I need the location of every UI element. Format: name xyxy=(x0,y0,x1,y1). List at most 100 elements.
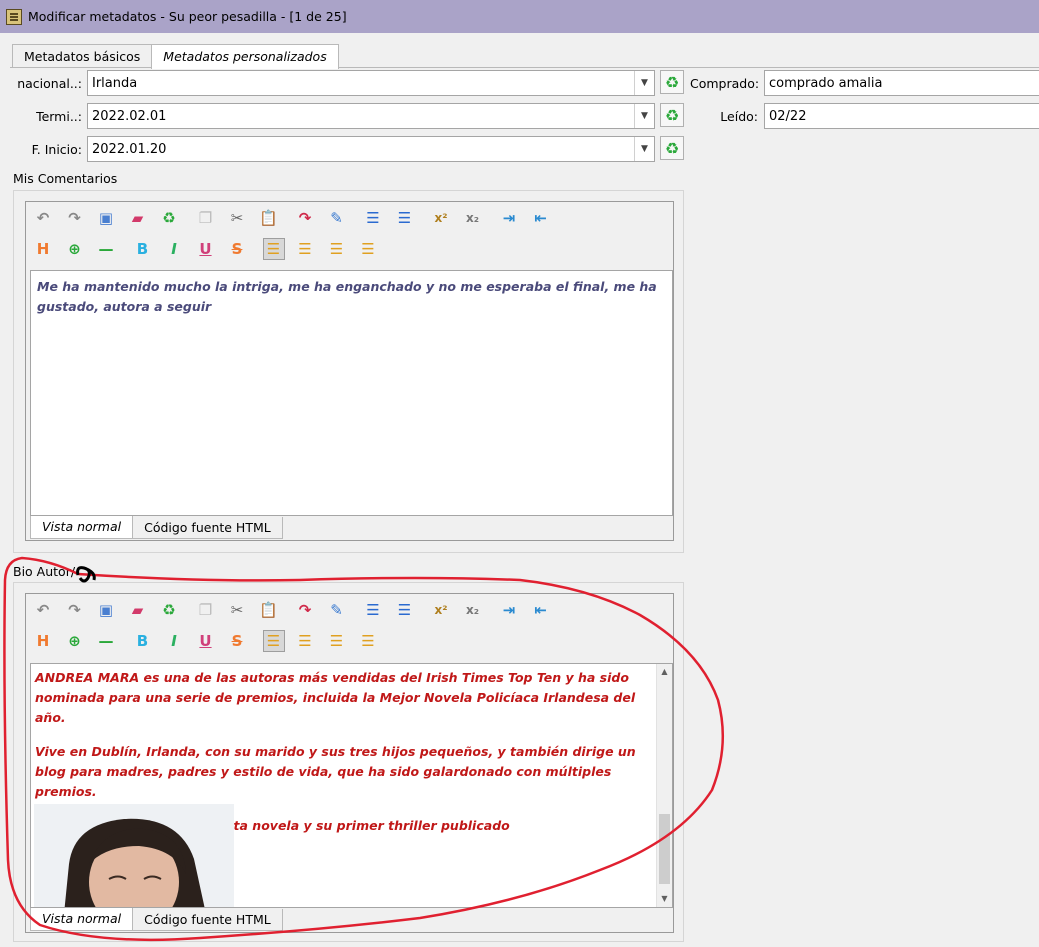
comments-text: Me ha mantenido mucho la intriga, me ha … xyxy=(37,279,657,314)
brush-icon[interactable]: ✎ xyxy=(326,599,348,621)
align-center-icon[interactable]: ☰ xyxy=(294,630,316,652)
tab-custom-metadata[interactable]: Metadatos personalizados xyxy=(151,44,339,69)
chevron-down-icon[interactable]: ▼ xyxy=(634,71,654,95)
finicio-label: F. Inicio: xyxy=(31,142,82,157)
undo-icon[interactable]: ↶ xyxy=(32,599,54,621)
align-justify-icon[interactable]: ☰ xyxy=(357,238,379,260)
superscript-icon[interactable]: x² xyxy=(430,599,452,621)
window-title: Modificar metadatos - Su peor pesadilla … xyxy=(28,9,347,24)
select-all-icon[interactable]: ▣ xyxy=(95,207,117,229)
scroll-down-icon[interactable]: ▼ xyxy=(657,891,672,907)
termi-label: Termi..: xyxy=(36,109,82,124)
align-justify-icon[interactable]: ☰ xyxy=(357,630,379,652)
recycle-icon[interactable]: ♻ xyxy=(660,103,684,127)
recycle-icon[interactable]: ♻ xyxy=(660,136,684,160)
app-icon xyxy=(6,8,22,25)
italic-icon[interactable]: I xyxy=(163,238,185,260)
tab-normal-view[interactable]: Vista normal xyxy=(30,516,134,539)
bio-paragraph: Vive en Dublín, Irlanda, con su marido y… xyxy=(35,744,636,799)
author-photo xyxy=(34,804,234,907)
underline-icon[interactable]: U xyxy=(195,630,217,652)
eraser-icon[interactable]: ▰ xyxy=(127,599,149,621)
subscript-icon[interactable]: x₂ xyxy=(462,207,484,229)
align-left-icon[interactable]: ☰ xyxy=(262,238,285,260)
paste-icon[interactable]: 📋 xyxy=(258,207,280,229)
scrollbar-thumb[interactable] xyxy=(659,814,670,884)
undo-icon[interactable]: ↶ xyxy=(32,207,54,229)
copy-icon[interactable]: ❐ xyxy=(195,207,217,229)
ordered-list-icon[interactable]: ☰ xyxy=(362,599,384,621)
tab-normal-view[interactable]: Vista normal xyxy=(30,908,134,931)
finicio-value: 2022.01.20 xyxy=(92,141,167,157)
align-left-icon[interactable]: ☰ xyxy=(262,630,285,652)
nacional-combo[interactable]: Irlanda ▼ xyxy=(87,70,655,96)
indent-icon[interactable]: ⇥ xyxy=(498,599,520,621)
align-center-icon[interactable]: ☰ xyxy=(294,238,316,260)
termi-value: 2022.02.01 xyxy=(92,108,167,124)
tab-basic-metadata[interactable]: Metadatos básicos xyxy=(12,44,153,68)
finicio-combo[interactable]: 2022.01.20 ▼ xyxy=(87,136,655,162)
align-right-icon[interactable]: ☰ xyxy=(326,238,348,260)
bio-view-tabs: Vista normal Código fuente HTML xyxy=(30,908,283,931)
tab-html-source[interactable]: Código fuente HTML xyxy=(132,909,283,931)
cut-icon[interactable]: ✂ xyxy=(226,207,248,229)
title-bar: Modificar metadatos - Su peor pesadilla … xyxy=(0,0,1039,33)
editor-toolbar-row-2: H ⊕ — B I U S ☰ ☰ ☰ ☰ xyxy=(32,628,389,654)
horizontal-rule-plus-icon[interactable]: ⊕ xyxy=(64,630,86,652)
cut-icon[interactable]: ✂ xyxy=(226,599,248,621)
scroll-up-icon[interactable]: ▲ xyxy=(657,664,672,680)
horizontal-rule-icon[interactable]: — xyxy=(95,238,117,260)
comments-document[interactable]: Me ha mantenido mucho la intriga, me ha … xyxy=(30,270,673,516)
chevron-down-icon[interactable]: ▼ xyxy=(634,137,654,161)
chevron-down-icon[interactable]: ▼ xyxy=(634,104,654,128)
heading-icon[interactable]: H xyxy=(32,630,54,652)
underline-icon[interactable]: U xyxy=(195,238,217,260)
bio-document[interactable]: ANDREA MARA es una de las autoras más ve… xyxy=(30,663,673,908)
metadata-tabs: Metadatos básicos Metadatos personalizad… xyxy=(12,44,339,69)
eraser-icon[interactable]: ▰ xyxy=(127,207,149,229)
unordered-list-icon[interactable]: ☰ xyxy=(394,207,416,229)
editor-toolbar-row-1: ↶ ↷ ▣ ▰ ♻ ❐ ✂ 📋 ↷ ✎ ☰ ☰ x² x₂ ⇥ ⇤ xyxy=(32,597,561,623)
unordered-list-icon[interactable]: ☰ xyxy=(394,599,416,621)
comments-label: Mis Comentarios xyxy=(13,171,118,186)
recycle-icon[interactable]: ♻ xyxy=(660,70,684,94)
select-all-icon[interactable]: ▣ xyxy=(95,599,117,621)
termi-combo[interactable]: 2022.02.01 ▼ xyxy=(87,103,655,129)
indent-icon[interactable]: ⇥ xyxy=(498,207,520,229)
bio-scrollbar[interactable]: ▲ ▼ xyxy=(656,664,672,907)
outdent-icon[interactable]: ⇤ xyxy=(530,599,552,621)
superscript-icon[interactable]: x² xyxy=(430,207,452,229)
copy-icon[interactable]: ❐ xyxy=(195,599,217,621)
italic-icon[interactable]: I xyxy=(163,630,185,652)
nacional-label: nacional..: xyxy=(17,76,82,91)
align-right-icon[interactable]: ☰ xyxy=(326,630,348,652)
strikethrough-icon[interactable]: S xyxy=(226,630,248,652)
horizontal-rule-icon[interactable]: — xyxy=(95,630,117,652)
nacional-value: Irlanda xyxy=(92,75,138,91)
bold-icon[interactable]: B xyxy=(132,630,154,652)
horizontal-rule-plus-icon[interactable]: ⊕ xyxy=(64,238,86,260)
brush-icon[interactable]: ✎ xyxy=(326,207,348,229)
redo-icon[interactable]: ↷ xyxy=(64,207,86,229)
recycle-icon[interactable]: ♻ xyxy=(158,207,180,229)
leido-field[interactable]: 02/22 xyxy=(764,103,1039,129)
link-icon[interactable]: ↷ xyxy=(294,207,316,229)
subscript-icon[interactable]: x₂ xyxy=(462,599,484,621)
comments-view-tabs: Vista normal Código fuente HTML xyxy=(30,516,283,539)
comprado-field[interactable]: comprado amalia xyxy=(764,70,1039,96)
link-icon[interactable]: ↷ xyxy=(294,599,316,621)
bio-editor: ↶ ↷ ▣ ▰ ♻ ❐ ✂ 📋 ↷ ✎ ☰ ☰ x² x₂ ⇥ ⇤ H ⊕ — … xyxy=(25,593,674,933)
bold-icon[interactable]: B xyxy=(132,238,154,260)
tab-html-source[interactable]: Código fuente HTML xyxy=(132,517,283,539)
editor-toolbar-row-2: H ⊕ — B I U S ☰ ☰ ☰ ☰ xyxy=(32,236,389,262)
ordered-list-icon[interactable]: ☰ xyxy=(362,207,384,229)
bio-group: ↶ ↷ ▣ ▰ ♻ ❐ ✂ 📋 ↷ ✎ ☰ ☰ x² x₂ ⇥ ⇤ H ⊕ — … xyxy=(13,582,684,942)
comprado-label: Comprado: xyxy=(690,76,760,91)
heading-icon[interactable]: H xyxy=(32,238,54,260)
strikethrough-icon[interactable]: S xyxy=(226,238,248,260)
recycle-icon[interactable]: ♻ xyxy=(158,599,180,621)
redo-icon[interactable]: ↷ xyxy=(64,599,86,621)
paste-icon[interactable]: 📋 xyxy=(258,599,280,621)
outdent-icon[interactable]: ⇤ xyxy=(530,207,552,229)
comments-group: ↶ ↷ ▣ ▰ ♻ ❐ ✂ 📋 ↷ ✎ ☰ ☰ x² x₂ ⇥ ⇤ H ⊕ — … xyxy=(13,190,684,553)
